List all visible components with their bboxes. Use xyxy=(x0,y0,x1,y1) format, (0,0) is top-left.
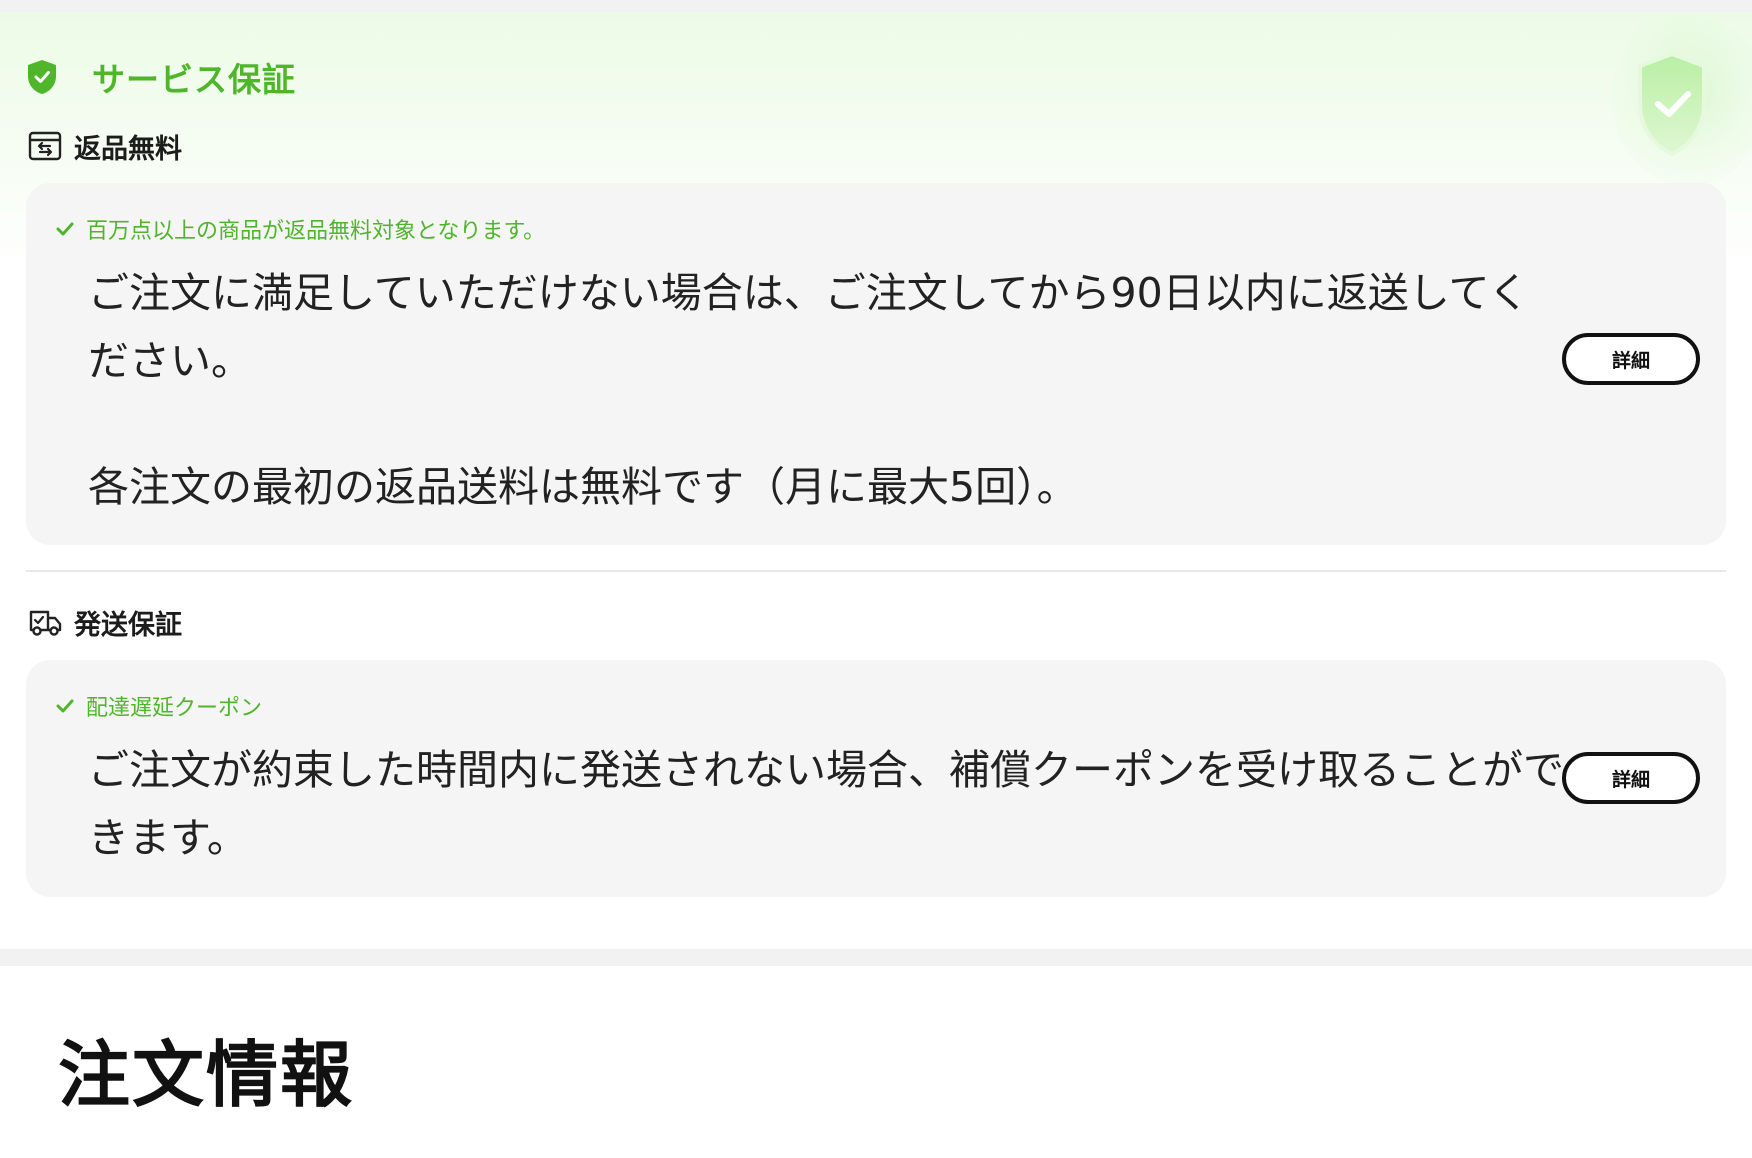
service-guarantee-section: サービス保証 返品無料 百万点以上の商品が返品無料対象となります。 ご注文に満足… xyxy=(0,12,1752,949)
free-returns-heading: 返品無料 xyxy=(74,133,182,165)
section-separator-band xyxy=(0,949,1752,966)
check-icon xyxy=(56,699,74,713)
delivery-truck-icon xyxy=(29,610,62,636)
free-returns-description: ご注文に満足していただけない場合は、ご注文してから90日以内に返送してください。 xyxy=(88,269,1530,385)
service-guarantee-title: サービス保証 xyxy=(92,60,296,99)
free-returns-header: 返品無料 xyxy=(28,126,182,166)
shipping-guarantee-card: 配達遅延クーポン ご注文が約束した時間内に発送されない場合、補償クーポンを受け取… xyxy=(26,660,1726,897)
order-info-title: 注文情報 xyxy=(58,1033,355,1117)
page: サービス保証 返品無料 百万点以上の商品が返品無料対象となります。 ご注文に満足… xyxy=(0,0,1752,1158)
check-icon xyxy=(56,222,74,236)
shipping-guarantee-header: 発送保証 xyxy=(28,602,182,642)
shield-check-icon xyxy=(28,60,56,94)
shield-badge-icon xyxy=(1611,15,1752,186)
shipping-guarantee-feature: 配達遅延クーポン xyxy=(56,690,262,722)
free-returns-feature-text: 百万点以上の商品が返品無料対象となります。 xyxy=(86,219,546,244)
return-box-icon xyxy=(28,131,62,161)
section-divider xyxy=(26,570,1726,572)
shipping-guarantee-details-button[interactable]: 詳細 xyxy=(1562,752,1700,804)
top-divider-strip xyxy=(0,0,1752,12)
free-returns-details-button[interactable]: 詳細 xyxy=(1562,333,1700,385)
free-returns-feature: 百万点以上の商品が返品無料対象となります。 xyxy=(56,213,545,245)
free-returns-card: 百万点以上の商品が返品無料対象となります。 ご注文に満足していただけない場合は、… xyxy=(26,183,1726,545)
shipping-guarantee-description: ご注文が約束した時間内に発送されない場合、補償クーポンを受け取ることができます。 xyxy=(88,746,1564,862)
service-guarantee-header: サービス保証 xyxy=(26,52,296,102)
free-returns-shipping-note: 各注文の最初の返品送料は無料です（月に最大5回）。 xyxy=(88,463,1078,511)
shipping-guarantee-heading: 発送保証 xyxy=(74,609,182,641)
shipping-guarantee-feature-text: 配達遅延クーポン xyxy=(86,696,263,721)
